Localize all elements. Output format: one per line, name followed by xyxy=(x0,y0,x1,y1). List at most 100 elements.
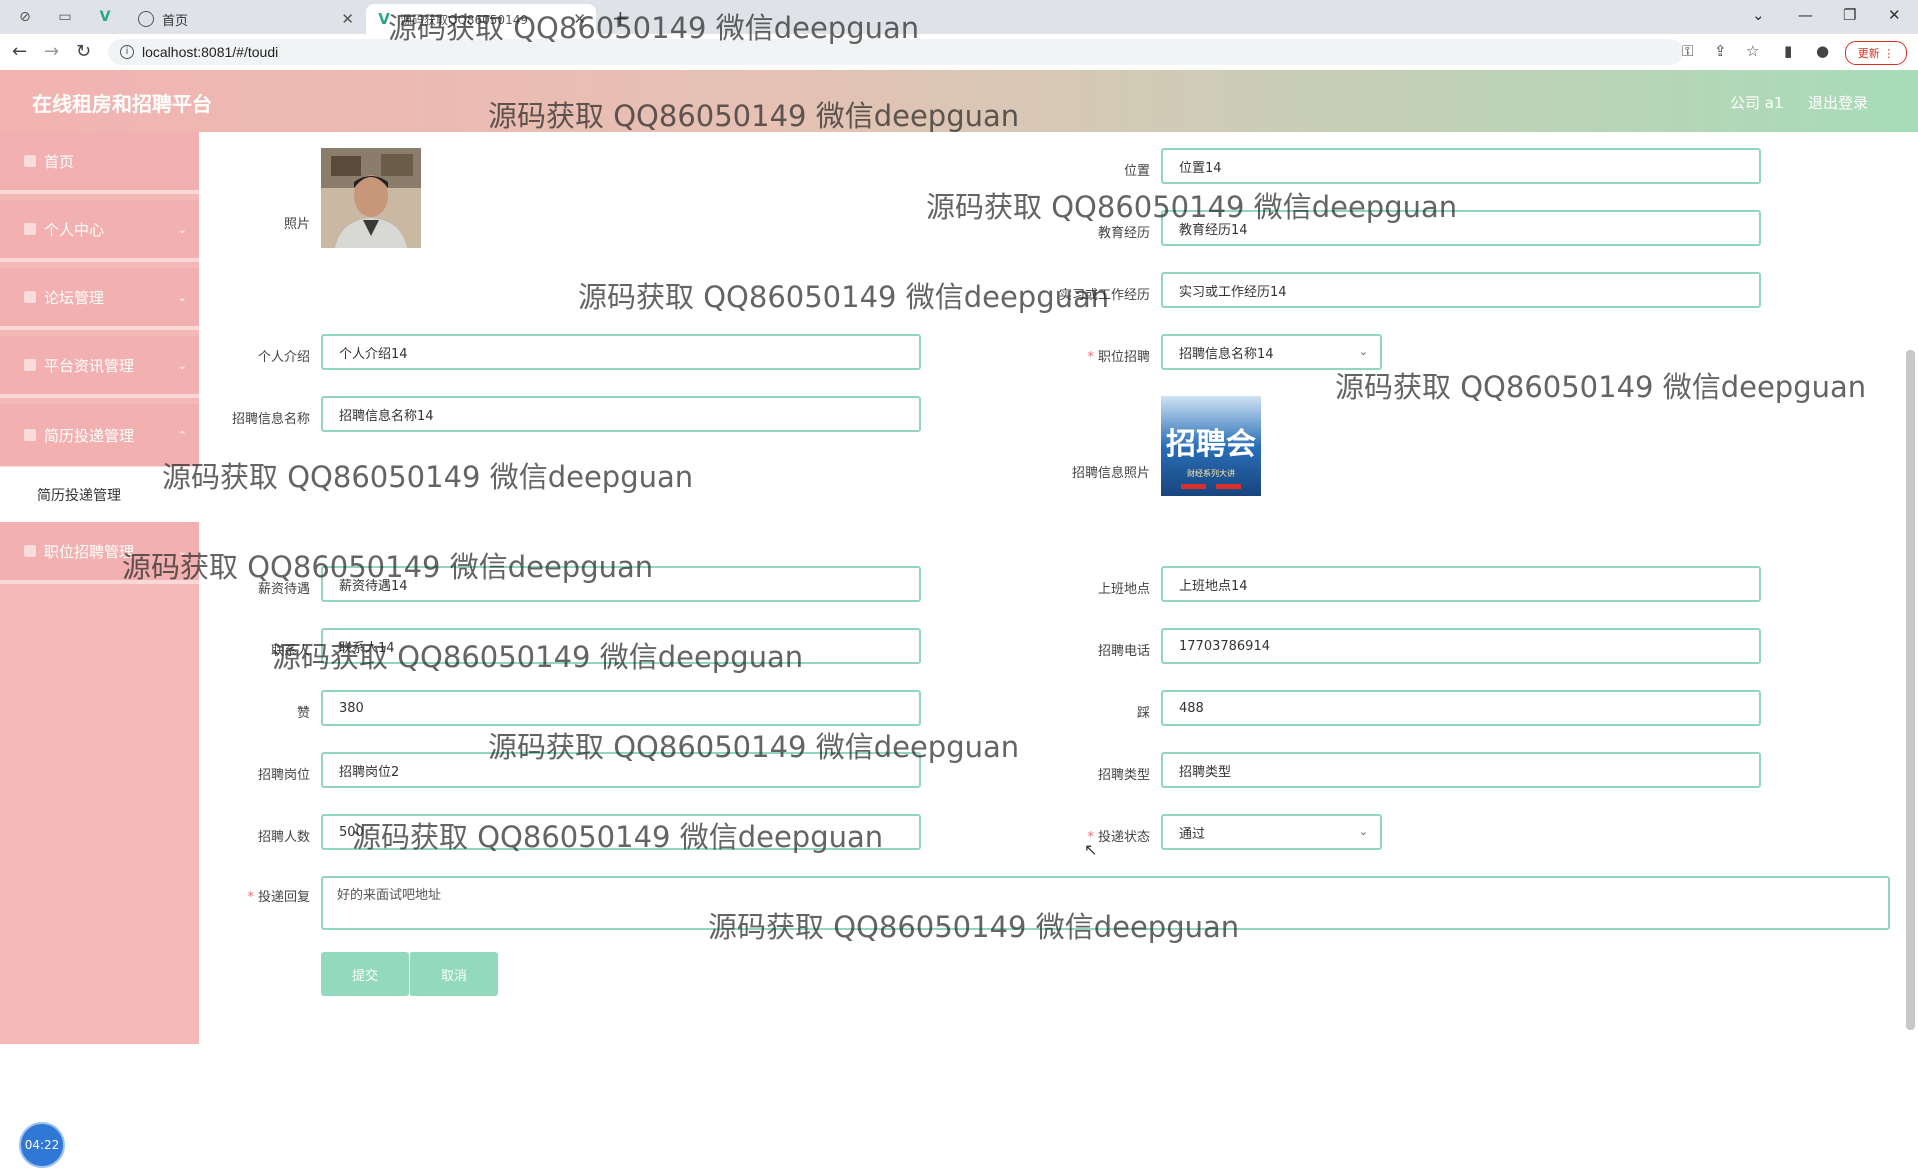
url-field[interactable]: i localhost:8081/#/toudi xyxy=(108,39,1683,65)
job-select-value: 招聘信息名称14 xyxy=(1179,346,1274,362)
current-user: 公司 a1 xyxy=(1730,94,1784,112)
chevron-down-icon: ⌄ xyxy=(177,358,187,372)
status-select-value: 通过 xyxy=(1179,826,1206,842)
recruit-photo-label: 招聘信息照片 xyxy=(1071,466,1150,481)
chevron-down-icon: ⌄ xyxy=(177,222,187,236)
chevron-down-icon: ⌄ xyxy=(177,544,187,558)
photo-label: 照片 xyxy=(283,217,310,232)
education-label: 教育经历 xyxy=(1097,226,1150,241)
recruit-name-label: 招聘信息名称 xyxy=(231,412,310,427)
sidebar-item-news[interactable]: 平台资讯管理 ⌄ xyxy=(0,336,199,398)
likes-input[interactable]: 380 xyxy=(321,690,921,726)
browser-tab-home[interactable]: 首页 ✕ xyxy=(128,4,364,34)
experience-label: 实习或工作经历 xyxy=(1058,288,1150,303)
sidebar-item-home[interactable]: 首页 xyxy=(0,132,199,194)
post-label: 招聘岗位 xyxy=(257,768,310,783)
chevron-down-icon: ⌄ xyxy=(1358,825,1368,838)
salary-input[interactable]: 薪资待遇14 xyxy=(321,566,921,602)
profile-icon[interactable]: ● xyxy=(1816,42,1829,60)
news-icon xyxy=(24,359,36,371)
logout-link[interactable]: 退出登录 xyxy=(1808,92,1868,113)
job-select[interactable]: 招聘信息名称14 ⌄ xyxy=(1161,334,1382,370)
count-label: 招聘人数 xyxy=(257,830,310,845)
reply-label-text: 投递回复 xyxy=(257,890,310,905)
recruit-photo-image: 招聘会 财经系列大讲 xyxy=(1161,396,1261,496)
dislikes-label: 踩 xyxy=(1136,706,1150,721)
sidebar-item-forum[interactable]: 论坛管理 ⌄ xyxy=(0,268,199,330)
reload-icon[interactable]: ↻ xyxy=(76,41,91,62)
type-input[interactable]: 招聘类型 xyxy=(1161,752,1761,788)
tab-close-icon[interactable]: ✕ xyxy=(341,10,354,28)
user-icon xyxy=(24,223,36,235)
pinned-tab-icon[interactable]: ⊘ xyxy=(16,8,34,26)
education-input[interactable]: 教育经历14 xyxy=(1161,210,1761,246)
dislikes-input[interactable]: 488 xyxy=(1161,690,1761,726)
job-label: * 职位招聘 xyxy=(1087,350,1150,365)
cancel-button[interactable]: 取消 xyxy=(409,952,498,996)
sidebar-item-resume[interactable]: 简历投递管理 ⌃ xyxy=(0,404,199,470)
jobs-icon xyxy=(24,545,36,557)
tab-favicon-icon xyxy=(138,11,154,27)
workplace-label: 上班地点 xyxy=(1097,582,1150,597)
resume-icon xyxy=(24,429,36,441)
reply-textarea[interactable]: 好的来面试吧地址 xyxy=(321,876,1890,930)
side-panel-icon[interactable]: ▮ xyxy=(1784,42,1792,60)
job-label-text: 职位招聘 xyxy=(1097,350,1150,365)
status-select[interactable]: 通过 ⌄ xyxy=(1161,814,1382,850)
sidebar-item-label: 简历投递管理 xyxy=(44,426,135,445)
browser-tab-bar: ⊘ ▭ V 首页 ✕ V 源码获取QQ86050149 ✕ + ⌄ — ❐ ✕ xyxy=(0,0,1918,34)
url-text: localhost:8081/#/toudi xyxy=(142,44,279,60)
contact-label: 联系人 xyxy=(270,644,310,659)
intro-label: 个人介绍 xyxy=(257,350,310,365)
recruit-photo: 招聘会 财经系列大讲 xyxy=(1161,396,1261,496)
tab-favicon-vue-icon: V xyxy=(378,10,390,28)
salary-label: 薪资待遇 xyxy=(257,582,310,597)
sidebar-subitem-resume[interactable]: 简历投递管理 xyxy=(0,467,199,523)
recruit-name-input[interactable]: 招聘信息名称14 xyxy=(321,396,921,432)
post-input[interactable]: 招聘岗位2 xyxy=(321,752,921,788)
back-icon[interactable]: ← xyxy=(12,41,27,62)
update-button[interactable]: 更新 ⋮ xyxy=(1845,41,1907,65)
star-icon[interactable]: ☆ xyxy=(1746,42,1759,60)
tab-search-icon[interactable]: ⌄ xyxy=(1752,6,1765,24)
site-info-icon[interactable]: i xyxy=(120,45,134,59)
position-label: 位置 xyxy=(1123,164,1150,179)
page-scrollbar[interactable] xyxy=(1906,350,1915,1030)
sidebar-item-label: 论坛管理 xyxy=(44,288,105,307)
type-label: 招聘类型 xyxy=(1097,768,1150,783)
sidebar: 首页 个人中心 ⌄ 论坛管理 ⌄ 平台资讯管理 ⌄ 简历投递管理 ⌃ 简历投递管… xyxy=(0,132,199,1168)
minimize-icon[interactable]: — xyxy=(1798,6,1813,24)
sidebar-subitem-label: 简历投递管理 xyxy=(37,488,121,504)
chevron-up-icon: ⌃ xyxy=(177,428,187,442)
clock-badge: 04:22 xyxy=(19,1122,65,1168)
sidebar-item-label: 个人中心 xyxy=(44,220,105,239)
reply-label: * 投递回复 xyxy=(247,890,310,905)
submit-button[interactable]: 提交 xyxy=(321,952,409,996)
key-icon[interactable]: ⚿ xyxy=(1682,42,1693,60)
position-input[interactable]: 位置14 xyxy=(1161,148,1761,184)
mouse-cursor-icon: ↖ xyxy=(1084,840,1098,859)
phone-input[interactable]: 17703786914 xyxy=(1161,628,1761,664)
intro-input[interactable]: 个人介绍14 xyxy=(321,334,921,370)
tab-close-icon[interactable]: ✕ xyxy=(573,10,586,28)
pinned-tab-vue-icon[interactable]: V xyxy=(96,8,114,26)
sidebar-item-personal-center[interactable]: 个人中心 ⌄ xyxy=(0,200,199,262)
tab-label: 源码获取QQ86050149 xyxy=(400,12,528,27)
new-tab-icon[interactable]: + xyxy=(612,6,629,30)
sidebar-item-jobs[interactable]: 职位招聘管理 ⌄ xyxy=(0,522,199,584)
applicant-photo-image xyxy=(321,148,421,248)
count-input[interactable]: 500 xyxy=(321,814,921,850)
browser-tab-active[interactable]: V 源码获取QQ86050149 ✕ xyxy=(366,4,596,34)
pinned-tab-blank-icon[interactable]: ▭ xyxy=(56,8,74,26)
experience-input[interactable]: 实习或工作经历14 xyxy=(1161,272,1761,308)
applicant-photo xyxy=(321,148,421,248)
close-window-icon[interactable]: ✕ xyxy=(1888,6,1901,24)
sidebar-item-label: 职位招聘管理 xyxy=(44,542,135,561)
workplace-input[interactable]: 上班地点14 xyxy=(1161,566,1761,602)
forward-icon[interactable]: → xyxy=(44,41,59,62)
restore-icon[interactable]: ❐ xyxy=(1843,6,1856,24)
address-bar-row: ← → ↻ i localhost:8081/#/toudi ⚿ ⇪ ☆ ▮ ●… xyxy=(0,34,1918,71)
sidebar-item-label: 平台资讯管理 xyxy=(44,356,135,375)
share-icon[interactable]: ⇪ xyxy=(1714,42,1727,60)
contact-input[interactable]: 联系人14 xyxy=(321,628,921,664)
